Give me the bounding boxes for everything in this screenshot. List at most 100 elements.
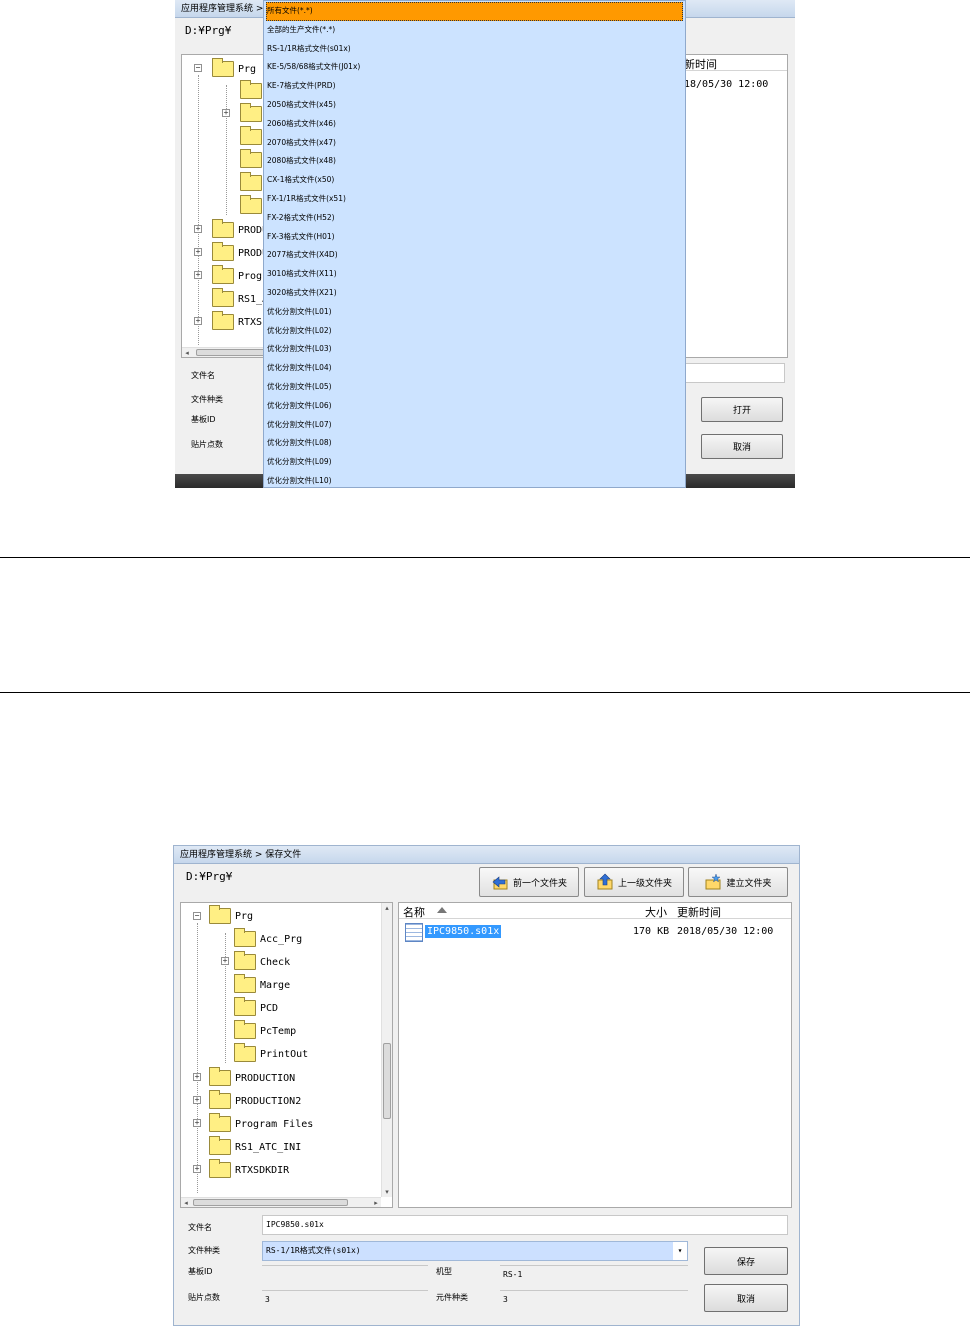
tree-expand-icon[interactable]: + <box>193 1165 201 1173</box>
scroll-left-arrow-icon[interactable]: ◂ <box>181 1198 191 1207</box>
folder-icon <box>234 997 256 1016</box>
scroll-up-arrow-icon[interactable]: ▴ <box>382 903 392 913</box>
dropdown-option[interactable]: 优化分割文件(L06) <box>266 397 683 416</box>
dropdown-option[interactable]: 2077格式文件(X4D) <box>266 246 683 265</box>
top-tree-expander[interactable]: + <box>194 317 202 325</box>
parent-folder-button[interactable]: 上一级文件夹 <box>584 867 684 897</box>
dropdown-option[interactable]: FX-2格式文件(H52) <box>266 209 683 228</box>
top-tree-item[interactable]: Prg <box>212 58 256 79</box>
top-filename-input[interactable] <box>675 363 785 383</box>
top-tree-expander[interactable]: + <box>194 225 202 233</box>
dropdown-option[interactable]: 3010格式文件(X11) <box>266 265 683 284</box>
dropdown-option[interactable]: 优化分割文件(L05) <box>266 378 683 397</box>
tree-item[interactable]: PcTemp <box>234 1020 296 1041</box>
top-tree-expander[interactable]: + <box>194 248 202 256</box>
folder-icon <box>209 905 231 924</box>
dropdown-option[interactable]: 优化分割文件(L03) <box>266 340 683 359</box>
dropdown-option[interactable]: FX-3格式文件(H01) <box>266 228 683 247</box>
dropdown-option[interactable]: RS-1/1R格式文件(s01x) <box>266 40 683 59</box>
tree-expand-icon[interactable]: + <box>193 1119 201 1127</box>
dropdown-option[interactable]: 2060格式文件(x46) <box>266 115 683 134</box>
chevron-down-icon[interactable]: ▾ <box>673 1242 687 1260</box>
dropdown-option[interactable]: 优化分割文件(L07) <box>266 416 683 435</box>
save-button[interactable]: 保存 <box>704 1247 788 1275</box>
dropdown-option[interactable]: 优化分割文件(L04) <box>266 359 683 378</box>
tree-expand-icon[interactable]: + <box>193 1073 201 1081</box>
dropdown-option[interactable]: FX-1/1R格式文件(x51) <box>266 190 683 209</box>
scroll-down-arrow-icon[interactable]: ▾ <box>382 1187 392 1197</box>
top-cancel-button[interactable]: 取消 <box>701 434 783 459</box>
dropdown-option[interactable]: 优化分割文件(L08) <box>266 434 683 453</box>
open-button[interactable]: 打开 <box>701 397 783 422</box>
tree-item[interactable]: PCD <box>234 997 278 1018</box>
column-header-time[interactable]: 更新时间 <box>677 904 721 920</box>
dropdown-option[interactable]: KE-7格式文件(PRD) <box>266 77 683 96</box>
tree-expand-icon[interactable]: + <box>193 1096 201 1104</box>
top-list-row[interactable]: 18/05/30 12:00 <box>684 79 768 90</box>
tree-item[interactable]: PrintOut <box>234 1043 308 1064</box>
dropdown-option[interactable]: 2070格式文件(x47) <box>266 134 683 153</box>
folder-icon <box>240 149 262 168</box>
dropdown-option[interactable]: 2080格式文件(x48) <box>266 152 683 171</box>
tree-item[interactable]: Check <box>234 951 290 972</box>
tree-item[interactable]: Marge <box>234 974 290 995</box>
dropdown-option[interactable]: 优化分割文件(L02) <box>266 322 683 341</box>
top-file-list[interactable]: 新时间 18/05/30 12:00 <box>675 54 788 358</box>
separator-line <box>0 557 970 558</box>
column-header-name[interactable]: 名称 <box>403 904 425 920</box>
top-tree-expander[interactable]: + <box>194 271 202 279</box>
dropdown-option[interactable]: CX-1格式文件(x50) <box>266 171 683 190</box>
scroll-thumb[interactable] <box>383 1043 391 1119</box>
tree-item[interactable]: Acc_Prg <box>234 928 302 949</box>
dropdown-option[interactable]: 优化分割文件(L09) <box>266 453 683 472</box>
cancel-button[interactable]: 取消 <box>704 1284 788 1312</box>
top-tree-expander[interactable]: + <box>222 109 230 117</box>
tree-expand-icon[interactable]: + <box>221 957 229 965</box>
save-title: 应用程序管理系统 > 保存文件 <box>180 850 302 860</box>
prev-folder-button[interactable]: 前一个文件夹 <box>479 867 579 897</box>
folder-icon <box>240 103 262 122</box>
scroll-right-arrow-icon[interactable]: ▸ <box>371 1198 381 1207</box>
tree-item-prg[interactable]: Prg <box>209 905 253 926</box>
top-tree-expander[interactable]: − <box>194 64 202 72</box>
save-current-path: D:¥Prg¥ <box>186 870 233 883</box>
sort-ascending-icon <box>437 907 447 913</box>
top-tree-item[interactable]: PRODU <box>212 219 268 240</box>
top-tree-item[interactable]: RS1_A <box>212 288 268 309</box>
top-list-header-time[interactable]: 新时间 <box>684 56 717 72</box>
component-types-value: 3 <box>500 1290 688 1310</box>
new-folder-button[interactable]: 建立文件夹 <box>688 867 788 897</box>
dropdown-option[interactable]: 所有文件(*.*) <box>266 2 683 21</box>
dropdown-option[interactable]: 优化分割文件(L01) <box>266 303 683 322</box>
file-type-dropdown-list[interactable]: 所有文件(*.*) 全部的生产文件(*.*) RS-1/1R格式文件(s01x)… <box>263 0 686 488</box>
top-tree-item[interactable]: Progr <box>212 265 268 286</box>
tree-item[interactable]: RS1_ATC_INI <box>209 1136 301 1157</box>
tree-item[interactable]: PRODUCTION2 <box>209 1090 301 1111</box>
dropdown-option[interactable]: 2050格式文件(x45) <box>266 96 683 115</box>
save-list-header: 名称 大小 更新时间 <box>399 903 791 919</box>
tree-h-scrollbar[interactable]: ◂ ▸ <box>181 1197 381 1207</box>
save-file-list[interactable]: 名称 大小 更新时间 IPC9850.s01x 170 KB 2018/05/3… <box>398 902 792 1208</box>
filename-input[interactable]: IPC9850.s01x <box>262 1215 788 1235</box>
filetype-select[interactable]: RS-1/1R格式文件(s01x) ▾ <box>262 1241 688 1261</box>
tree-item[interactable]: PRODUCTION <box>209 1067 295 1088</box>
dropdown-option[interactable]: 3020格式文件(X21) <box>266 284 683 303</box>
tree-collapse-icon[interactable]: − <box>193 912 201 920</box>
top-tree-item[interactable]: RTXSI <box>212 311 268 332</box>
folder-icon <box>209 1067 231 1086</box>
dropdown-option[interactable]: 全部的生产文件(*.*) <box>266 21 683 40</box>
file-row[interactable]: IPC9850.s01x 170 KB 2018/05/30 12:00 <box>405 923 785 943</box>
dropdown-option[interactable]: KE-5/58/68格式文件(J01x) <box>266 58 683 77</box>
top-tree-item[interactable]: PRODU <box>212 242 268 263</box>
separator-line <box>0 692 970 693</box>
file-time: 2018/05/30 12:00 <box>677 926 774 937</box>
dropdown-option[interactable]: 优化分割文件(L10) <box>266 472 683 487</box>
scroll-thumb[interactable] <box>193 1199 348 1206</box>
tree-v-scrollbar[interactable]: ▴ ▾ <box>381 903 392 1197</box>
filetype-label: 文件种类 <box>188 1246 220 1255</box>
tree-item[interactable]: RTXSDKDIR <box>209 1159 289 1180</box>
tree-item[interactable]: Program Files <box>209 1113 313 1134</box>
save-folder-tree[interactable]: − Prg Acc_Prg + Check Marge PCD PcTemp P… <box>180 902 393 1208</box>
scroll-left-arrow-icon[interactable]: ◂ <box>182 348 192 357</box>
column-header-size[interactable]: 大小 <box>645 904 667 920</box>
